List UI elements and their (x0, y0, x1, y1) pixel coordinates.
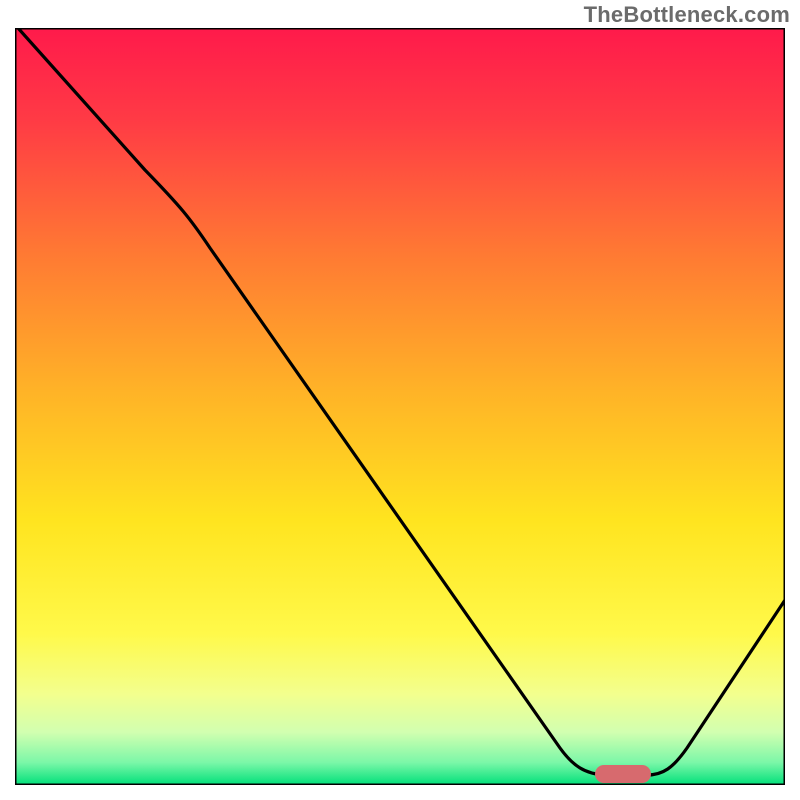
optimum-marker (595, 765, 651, 783)
watermark-text: TheBottleneck.com (584, 2, 790, 28)
chart-svg (15, 28, 785, 785)
bottleneck-chart (15, 28, 785, 785)
chart-container: TheBottleneck.com (0, 0, 800, 800)
gradient-background (15, 28, 785, 785)
